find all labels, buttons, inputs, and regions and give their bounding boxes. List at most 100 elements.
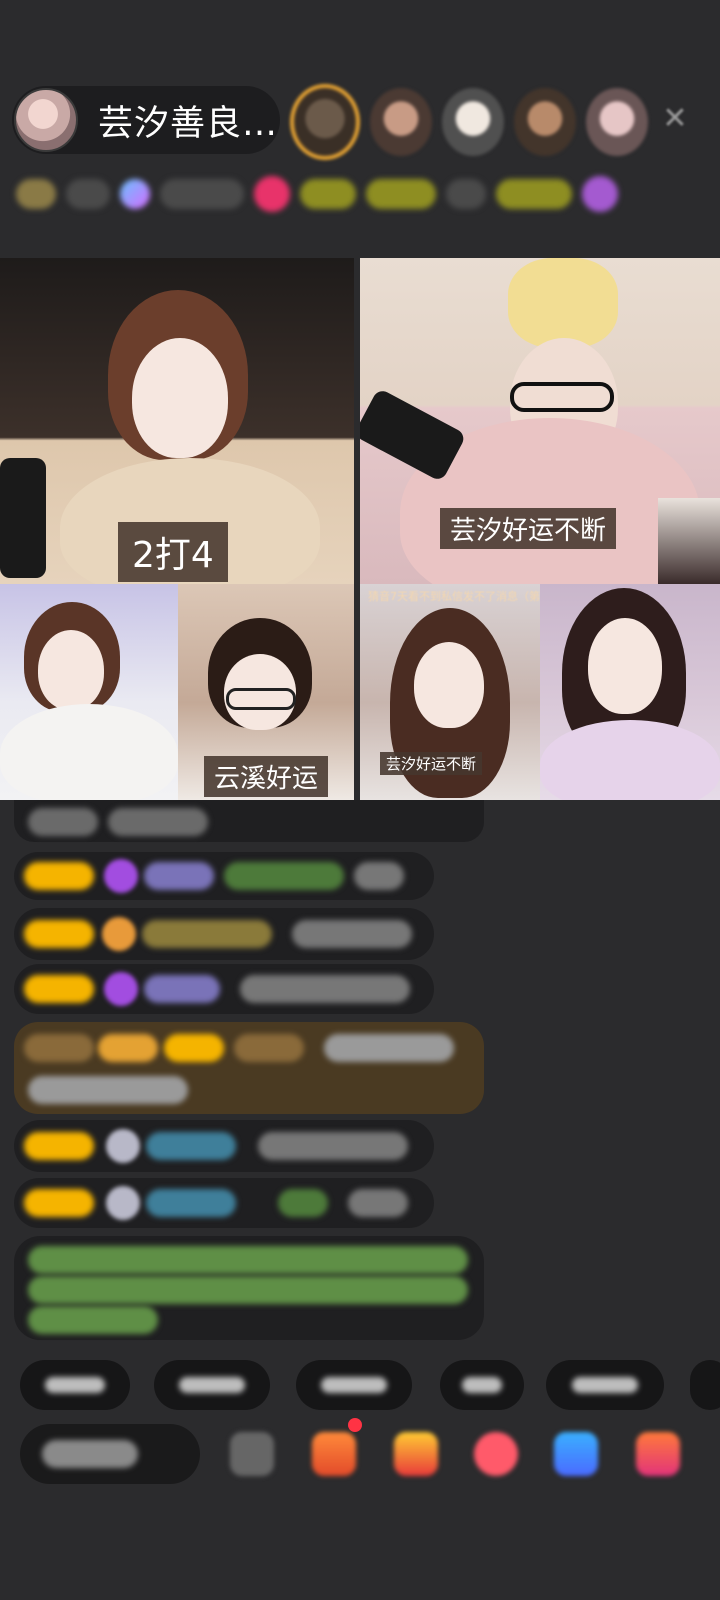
level-badge [24, 975, 94, 1003]
tile-caption: 芸汐好运不断 [440, 508, 617, 549]
pk-video-grid: 2打4 芸汐好运不断 云溪好运 猜音7天看不到私信发不了消息（第3天） 芸汐好运… [0, 258, 720, 800]
close-icon[interactable]: ✕ [660, 104, 690, 134]
chat-text [28, 1076, 188, 1104]
video-tile[interactable]: 2打4 [0, 258, 354, 584]
viewer-avatar[interactable] [442, 88, 504, 156]
chat-message[interactable] [14, 908, 434, 960]
host-info-pill[interactable]: 芸汐善良… [12, 86, 280, 154]
video-tile[interactable]: 芸汐好运不断 [360, 258, 720, 584]
activity-icon[interactable] [312, 1432, 356, 1476]
username [142, 920, 272, 948]
viewer-avatar[interactable] [514, 88, 576, 156]
chat-message[interactable] [14, 964, 434, 1014]
tag-chip [300, 179, 356, 209]
streamer-face [414, 642, 484, 728]
chat-text [224, 862, 344, 890]
chat-message[interactable] [14, 800, 484, 842]
username [144, 975, 220, 1003]
chat-text [324, 1034, 454, 1062]
chat-message[interactable] [14, 1120, 434, 1172]
tile-caption: 芸汐好运不断 [380, 752, 483, 775]
streamer-face [588, 618, 662, 714]
video-tile[interactable] [0, 584, 178, 800]
quick-reply-chip[interactable] [296, 1360, 412, 1410]
tile-caption: 2打4 [118, 522, 228, 582]
medal-icon [102, 917, 136, 951]
level-badge [24, 920, 94, 948]
streamer-body [540, 720, 720, 800]
host-name: 芸汐善良… [98, 103, 279, 144]
ranking-badge-row[interactable] [16, 172, 688, 216]
system-text [28, 1306, 158, 1334]
gift-wall-icon[interactable] [582, 176, 618, 212]
highlight-message[interactable] [14, 1022, 484, 1114]
chat-text [292, 920, 412, 948]
quick-reply-chip[interactable] [546, 1360, 664, 1410]
follow-icon[interactable] [254, 176, 290, 212]
chat-text [278, 1189, 328, 1217]
more-icon[interactable] [230, 1432, 274, 1476]
rank-badge [16, 179, 56, 209]
level-badge [24, 1189, 94, 1217]
input-placeholder [42, 1440, 138, 1468]
username [146, 1132, 236, 1160]
chat-input[interactable] [20, 1424, 200, 1484]
viewer-avatar[interactable] [370, 88, 432, 156]
win-hat [508, 258, 618, 348]
quick-reply-chip[interactable] [690, 1360, 720, 1410]
fan-club-icon [120, 179, 150, 209]
level-badge [24, 862, 94, 890]
tile-ticker: 猜音7天看不到私信发不了消息（第3天） [368, 590, 540, 603]
gift-icon[interactable] [394, 1432, 438, 1476]
video-tile[interactable]: 猜音7天看不到私信发不了消息（第3天） 芸汐好运不断 [360, 584, 540, 800]
microphone [0, 458, 46, 578]
system-message [14, 1236, 484, 1340]
gem-icon [104, 859, 138, 893]
gift-box-icon[interactable] [636, 1432, 680, 1476]
tag-chip [496, 179, 572, 209]
avatar [106, 1129, 140, 1163]
badge [24, 1034, 94, 1062]
share-icon[interactable] [554, 1432, 598, 1476]
video-tile[interactable]: 云溪好运 [178, 584, 354, 800]
tile-caption: 云溪好运 [204, 756, 329, 797]
level-badge [164, 1034, 224, 1062]
avatar [106, 1186, 140, 1220]
glasses [510, 382, 614, 412]
viewer-avatar[interactable] [290, 84, 360, 160]
rank-text [66, 179, 110, 209]
chat-message[interactable] [14, 852, 434, 900]
tag-chip [366, 179, 436, 209]
streamer-face [38, 630, 104, 710]
quick-reply-chip[interactable] [154, 1360, 270, 1410]
video-tile[interactable] [540, 584, 720, 800]
username [146, 1189, 236, 1217]
chat-text [258, 1132, 408, 1160]
quick-reply-chip[interactable] [20, 1360, 130, 1410]
quick-reply-chip[interactable] [440, 1360, 524, 1410]
tag-chip [446, 179, 486, 209]
glasses [226, 688, 296, 710]
chat-text [354, 862, 404, 890]
system-text [28, 1276, 468, 1304]
gem-icon [104, 972, 138, 1006]
notification-dot [348, 1418, 362, 1432]
chat-text [28, 808, 98, 836]
streamer-body [0, 704, 178, 800]
chat-text [348, 1189, 408, 1217]
streamer-face [132, 338, 228, 458]
pip-thumbnail[interactable] [658, 498, 720, 584]
chat-text [108, 808, 208, 836]
top-viewers [290, 84, 648, 160]
badge [98, 1034, 158, 1062]
chat-message[interactable] [14, 1178, 434, 1228]
level-badge [24, 1132, 94, 1160]
viewer-avatar[interactable] [586, 88, 648, 156]
fan-club-text [160, 179, 244, 209]
like-icon[interactable] [474, 1432, 518, 1476]
chat-text [240, 975, 410, 1003]
username [234, 1034, 304, 1062]
system-text [28, 1246, 468, 1274]
username [144, 862, 214, 890]
host-avatar[interactable] [14, 88, 78, 152]
